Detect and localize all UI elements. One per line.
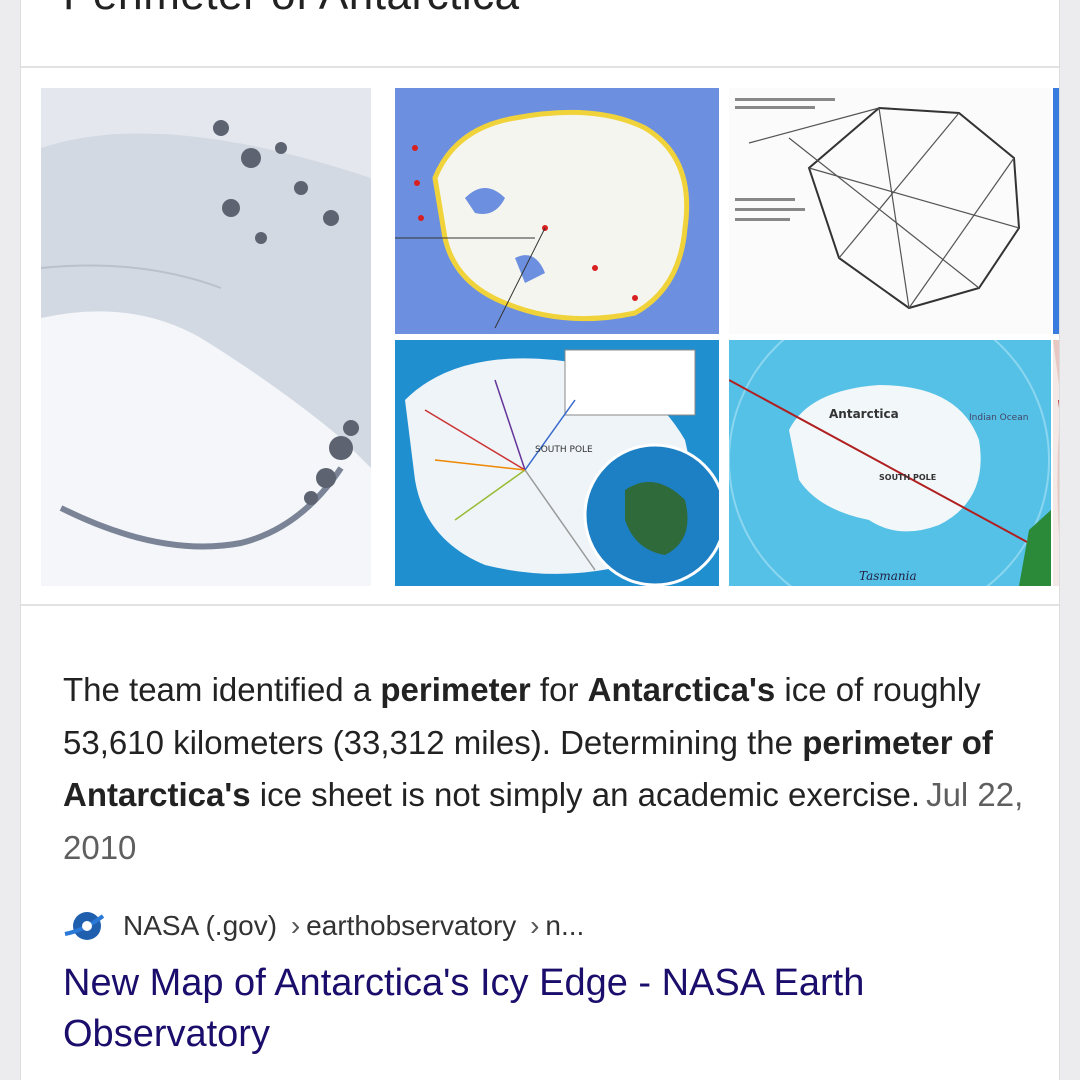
nasa-logo-icon [64,912,105,940]
antarctica-flight-routes-map[interactable]: SOUTH POLE [395,340,719,586]
partial-red-thumbnail[interactable] [1053,340,1059,586]
partial-blue-thumbnail[interactable] [1053,88,1059,334]
svg-text:Indian Ocean: Indian Ocean [969,413,1028,423]
svg-text:Tasmania: Tasmania [859,569,917,583]
mid-divider [21,604,1059,606]
source-site: NASA (.gov) [123,910,278,941]
result-snippet: The team identified a perimeter for Anta… [63,664,1033,874]
image-carousel[interactable]: SOUTH POLE Antarctica SOUTH POLE Indian … [41,88,1059,586]
snippet-text: for [530,671,588,708]
source-path: n... [545,910,585,941]
svg-text:Antarctica: Antarctica [829,407,899,421]
antarctica-ocean-map[interactable]: Antarctica SOUTH POLE Indian Ocean Tasma… [729,340,1051,586]
satellite-ice-image[interactable] [41,88,371,586]
result-title-link[interactable]: New Map of Antarctica's Icy Edge - NASA … [63,958,1043,1060]
top-divider [21,66,1059,68]
breadcrumb-separator: › [290,910,301,941]
search-result-card: Perimeter of Antarctica [20,0,1060,1080]
nautical-miles-diagram[interactable] [729,88,1051,334]
snippet-text: The team identified a [63,671,381,708]
page-title: Perimeter of Antarctica [63,0,520,20]
result-source[interactable]: NASA (.gov) › earthobservatory › n... [63,904,584,948]
snippet-text: ice sheet is not simply an academic exer… [250,776,921,813]
breadcrumb-separator: › [530,910,540,941]
snippet-highlight: perimeter [380,671,531,708]
source-path: earthobservatory [306,910,517,941]
svg-text:SOUTH POLE: SOUTH POLE [879,473,936,482]
snippet-highlight: Antarctica's [587,671,776,708]
svg-text:SOUTH POLE: SOUTH POLE [535,445,593,455]
antarctica-coast-map[interactable] [395,88,719,334]
